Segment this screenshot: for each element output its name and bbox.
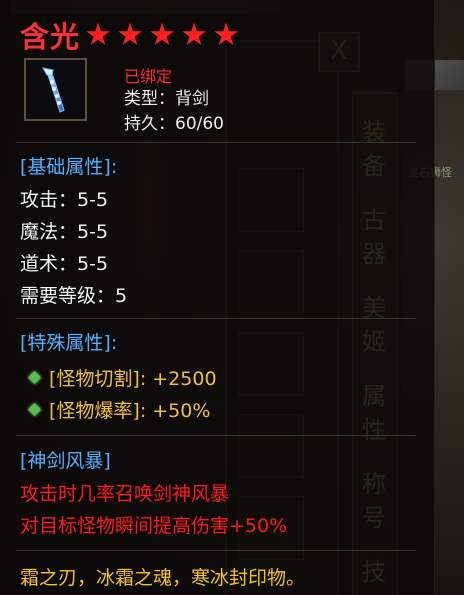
skill-description: 对目标怪物瞬间提高伤害+50% [20, 515, 288, 537]
item-tooltip: 含光 ★ ★ ★ ★ ★ 已绑定 类型：背剑 持久：60/60 [基础属性]: … [0, 0, 435, 595]
item-durability: 持久：60/60 [124, 114, 224, 134]
skill-header: [神剑风暴] [20, 450, 111, 472]
attr-required-level: 需要等级：5 [20, 285, 128, 307]
star-icon: ★ [212, 17, 240, 53]
blue-sword-icon [42, 67, 65, 113]
item-type: 类型：背剑 [124, 89, 209, 109]
skill-description: 攻击时几率召唤剑神风暴 [20, 483, 230, 505]
star-icon: ★ [116, 17, 144, 53]
divider [16, 142, 416, 143]
special-attr-text: [怪物爆率]: +50% [49, 400, 211, 422]
divider [16, 550, 416, 551]
special-attr-text: [怪物切割]: +2500 [49, 368, 217, 390]
item-title-row: 含光 ★ ★ ★ ★ ★ [20, 14, 242, 56]
item-name: 含光 [20, 20, 81, 54]
special-attr-row: [怪物切割]: +2500 [28, 364, 217, 391]
attr-magic: 魔法：5-5 [20, 221, 109, 243]
green-gem-icon [28, 403, 41, 416]
divider [16, 435, 416, 436]
flavor-text: 霜之刃，冰霜之魂，寒冰封印物。 [20, 567, 306, 589]
base-attributes-header: [基础属性]: [20, 156, 118, 178]
star-rating: ★ ★ ★ ★ ★ [82, 19, 242, 51]
star-icon: ★ [84, 17, 112, 53]
star-icon: ★ [148, 17, 176, 53]
divider [16, 318, 416, 319]
green-gem-icon [28, 371, 41, 384]
special-attributes-header: [特殊属性]: [20, 332, 118, 354]
item-icon-frame [24, 58, 87, 121]
attr-taoism: 道术：5-5 [20, 253, 109, 275]
star-icon: ★ [180, 17, 208, 53]
special-attr-row: [怪物爆率]: +50% [28, 396, 211, 423]
attr-attack: 攻击：5-5 [20, 189, 109, 211]
